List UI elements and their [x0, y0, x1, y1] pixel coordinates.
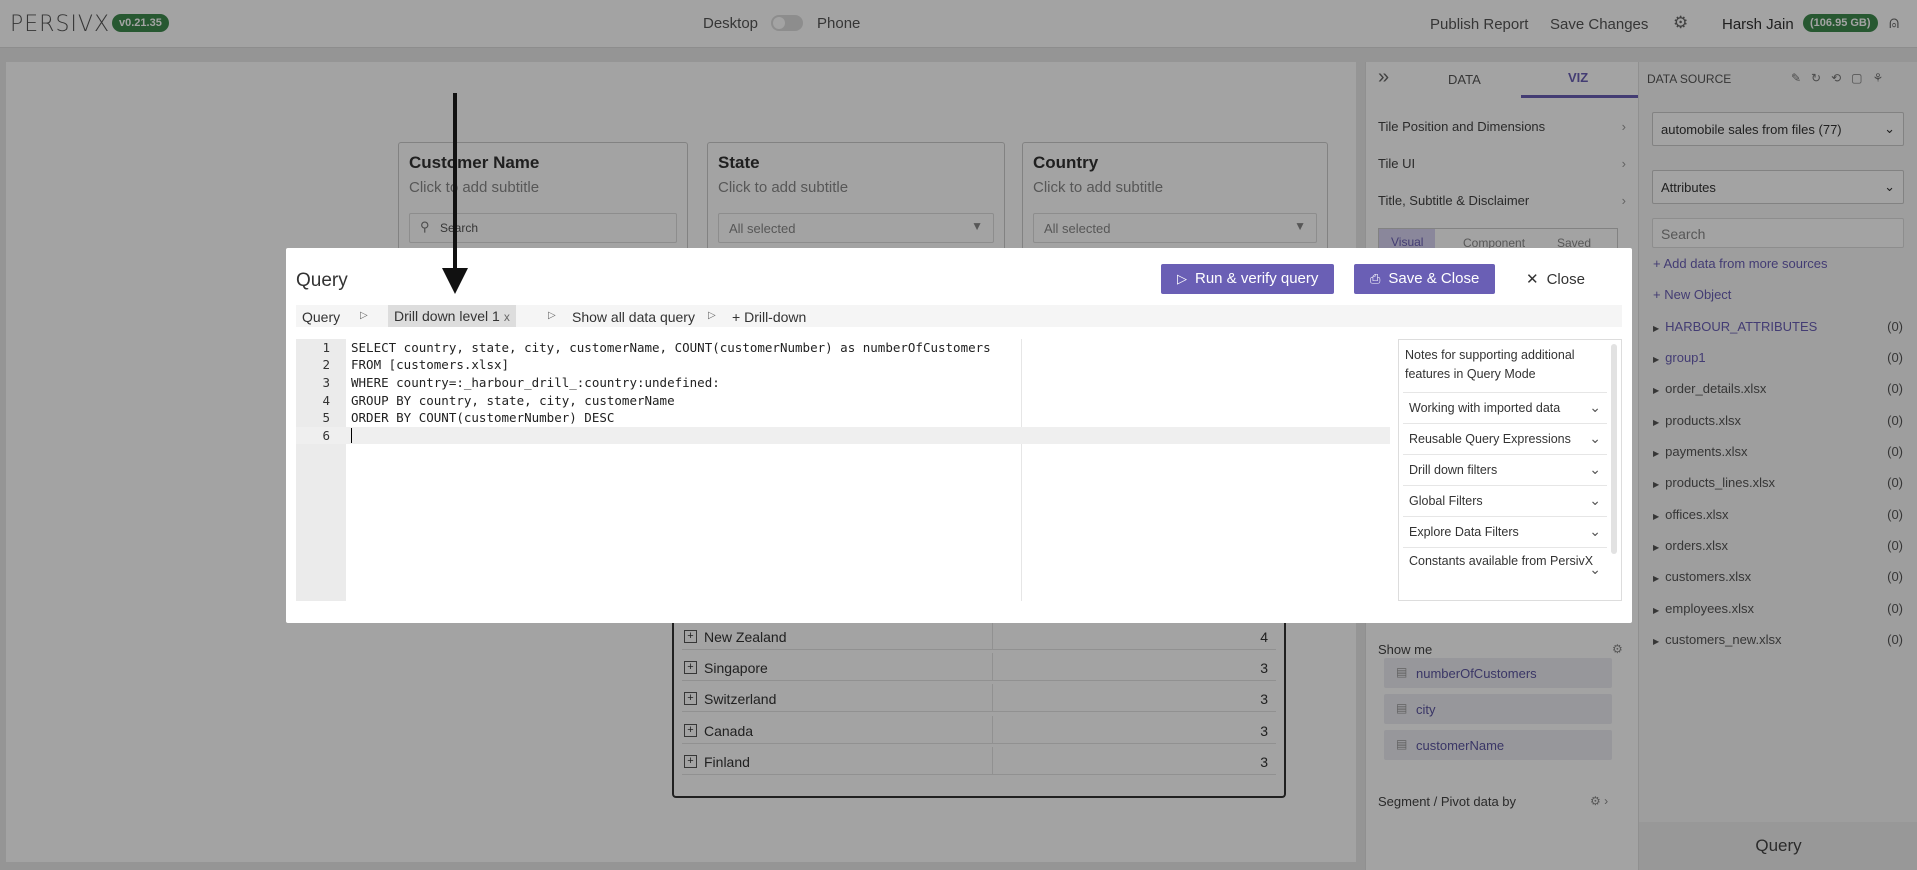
code-text: ORDER BY COUNT(customerNumber) DESC [351, 410, 615, 425]
line-number: 3 [322, 375, 330, 390]
note-label: Working with imported data [1409, 401, 1561, 415]
notes-scrollbar[interactable] [1611, 344, 1617, 554]
run-verify-query-button[interactable]: ▷ Run & verify query [1161, 264, 1335, 294]
code-line: 4 GROUP BY country, state, city, customer… [296, 392, 1390, 409]
breadcrumb-show-all-data[interactable]: Show all data query [572, 309, 695, 325]
note-label: Global Filters [1409, 494, 1483, 508]
code-text: SELECT country, state, city, customerNam… [351, 340, 991, 355]
line-number: 2 [322, 357, 330, 372]
crumb-label: Drill down level 1 [394, 308, 500, 324]
chevron-down-icon: ⌄ [1589, 523, 1601, 539]
chevron-down-icon: ⌄ [1589, 430, 1601, 446]
modal-title: Query [296, 270, 348, 291]
code-text: WHERE country=:_harbour_drill_:country:u… [351, 375, 720, 390]
code-line: 1 SELECT country, state, city, customerNa… [296, 339, 1390, 356]
breadcrumb-drill-down[interactable]: + Drill-down [732, 309, 806, 325]
note-explore-data-filters[interactable]: Explore Data Filters ⌄ [1403, 516, 1607, 547]
line-number: 4 [322, 393, 330, 408]
note-label: Constants available from PersivX [1409, 554, 1594, 568]
note-label: Reusable Query Expressions [1409, 432, 1571, 446]
breadcrumb-drill-down-level-1[interactable]: Drill down level 1 x [388, 305, 516, 327]
code-text: GROUP BY country, state, city, customerN… [351, 393, 675, 408]
play-icon: ▷ [1177, 271, 1187, 286]
close-label: Close [1546, 271, 1585, 288]
text-cursor [351, 428, 352, 443]
line-number: 5 [322, 410, 330, 425]
note-label: Drill down filters [1409, 463, 1498, 477]
chevron-down-icon: ⌄ [1589, 561, 1601, 577]
code-text: FROM [customers.xlsx] [351, 357, 510, 372]
breadcrumb-query[interactable]: Query [302, 309, 340, 325]
caret-right-icon: ▷ [708, 310, 716, 321]
caret-right-icon: ▷ [360, 310, 368, 321]
caret-right-icon: ▷ [548, 310, 556, 321]
notes-header: Notes for supporting additional features… [1405, 348, 1575, 381]
note-reusable-query-expressions[interactable]: Reusable Query Expressions ⌄ [1403, 423, 1607, 454]
chevron-down-icon: ⌄ [1589, 492, 1601, 508]
chevron-down-icon: ⌄ [1589, 399, 1601, 415]
note-global-filters[interactable]: Global Filters ⌄ [1403, 485, 1607, 516]
line-number: 6 [322, 428, 330, 443]
close-icon: ✕ [1526, 271, 1539, 288]
breadcrumb: Query ▷ Drill down level 1 x ▷ Show all d… [296, 305, 1622, 327]
annotation-arrow-head [442, 268, 468, 294]
note-working-with-imported-data[interactable]: Working with imported data ⌄ [1403, 392, 1607, 423]
note-constants[interactable]: Constants available from PersivX ⌄ [1403, 547, 1607, 595]
save-label: Save & Close [1388, 270, 1480, 287]
run-label: Run & verify query [1195, 270, 1319, 287]
code-line: 2 FROM [customers.xlsx] [296, 356, 1390, 373]
code-line: 3 WHERE country=:_harbour_drill_:country:… [296, 374, 1390, 391]
close-button[interactable]: ✕ Close [1526, 270, 1585, 288]
sql-editor[interactable]: 1 SELECT country, state, city, customerNa… [296, 339, 1390, 601]
query-notes-panel: Notes for supporting additional features… [1398, 339, 1622, 601]
code-line-current: 6 [296, 427, 1390, 444]
note-drill-down-filters[interactable]: Drill down filters ⌄ [1403, 454, 1607, 485]
chevron-down-icon: ⌄ [1589, 461, 1601, 477]
save-icon: ⎙ [1370, 271, 1381, 286]
note-label: Explore Data Filters [1409, 525, 1519, 539]
query-modal: Query ▷ Run & verify query ⎙ Save & Close … [286, 248, 1632, 623]
save-close-button[interactable]: ⎙ Save & Close [1354, 264, 1496, 294]
crumb-label: Drill-down [744, 309, 807, 325]
line-number: 1 [322, 340, 330, 355]
annotation-arrow-shaft [453, 93, 457, 270]
remove-icon[interactable]: x [504, 310, 510, 324]
code-line: 5 ORDER BY COUNT(customerNumber) DESC [296, 409, 1390, 426]
